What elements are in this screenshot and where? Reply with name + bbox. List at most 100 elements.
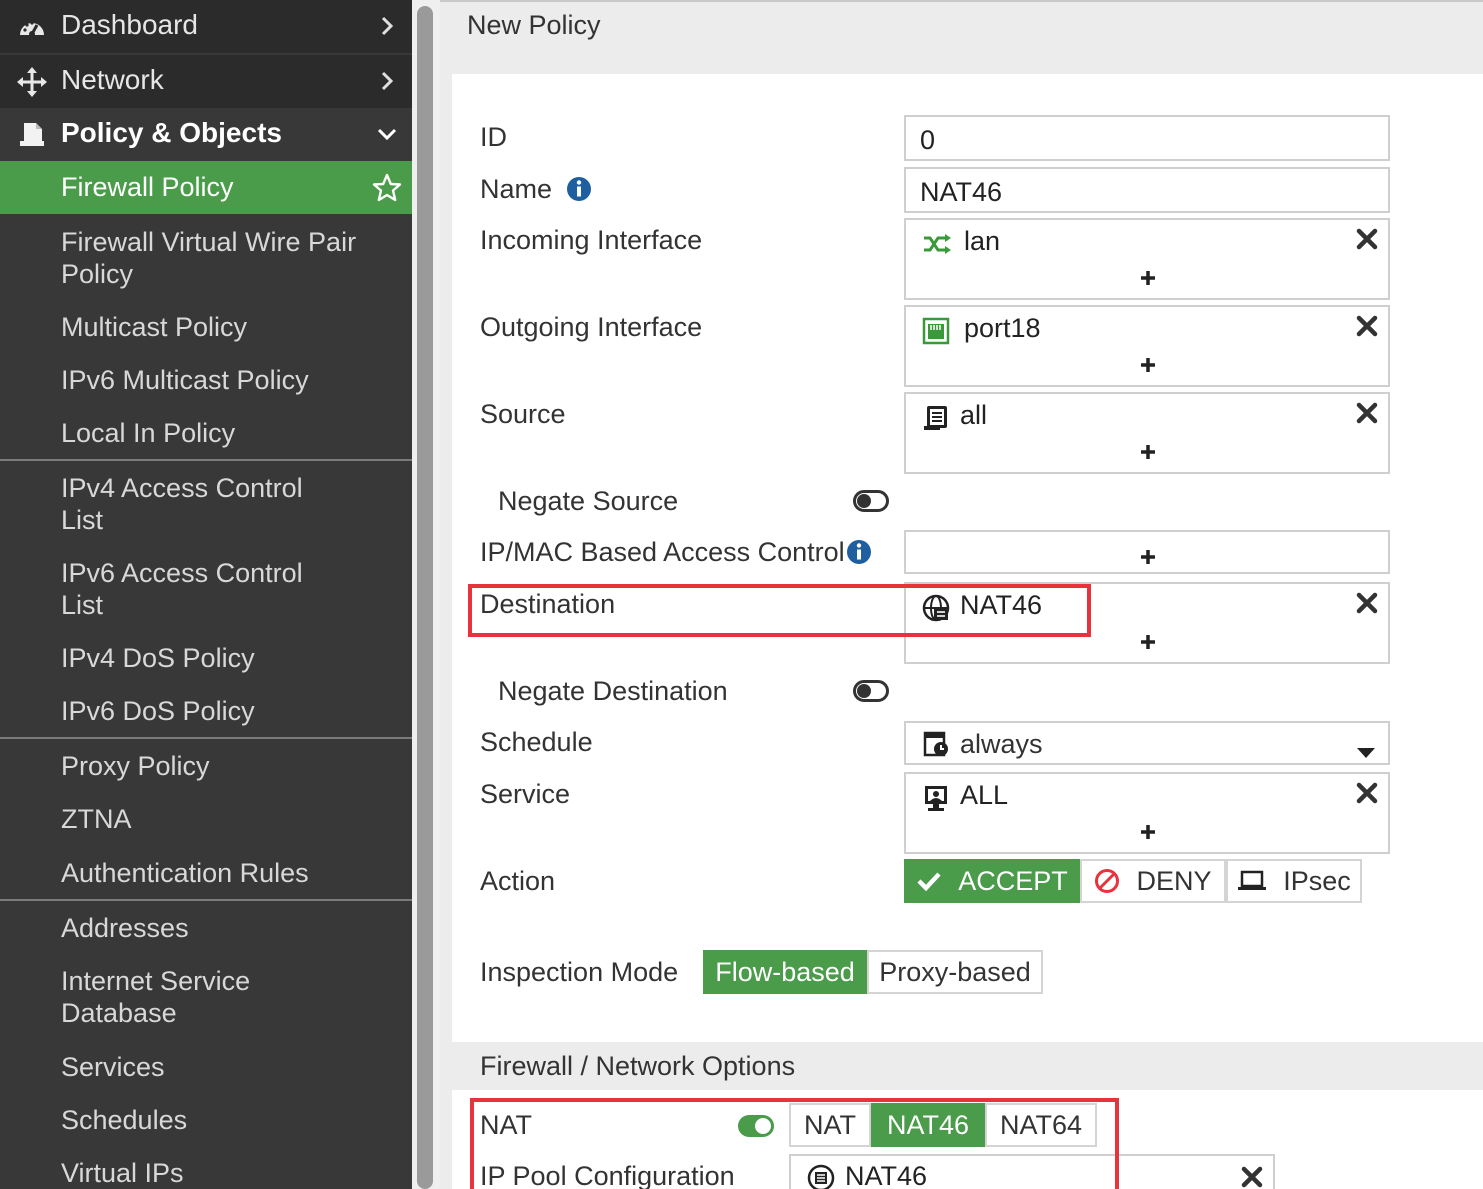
inspection-mode-label: Inspection Mode <box>480 957 679 987</box>
add-icon[interactable] <box>1138 351 1158 372</box>
sidebar-item-label: ZTNA <box>61 804 132 834</box>
sidebar-divider <box>0 737 412 739</box>
remove-icon[interactable] <box>1354 400 1380 426</box>
add-icon[interactable] <box>1138 543 1158 564</box>
action-accept-button[interactable]: ACCEPT <box>904 859 1080 903</box>
service-icon <box>922 784 950 812</box>
sidebar-item-policy-objects[interactable]: Policy & Objects <box>0 108 412 161</box>
schedule-select[interactable]: always <box>904 721 1390 765</box>
chevron-right-icon <box>376 67 398 95</box>
sidebar-item-label: IPv6 Multicast Policy <box>61 365 309 395</box>
destination-highlight-box <box>468 584 1091 637</box>
source-field[interactable]: all <box>904 392 1390 474</box>
source-entry: all <box>960 400 988 430</box>
add-icon[interactable] <box>1138 438 1158 459</box>
remove-icon[interactable] <box>1354 590 1380 616</box>
ipmac-access-control-label: IP/MAC Based Access Control <box>480 537 845 567</box>
sidebar-item-label: Firewall Policy <box>61 172 234 202</box>
outgoing-interface-entry: port18 <box>964 313 1041 343</box>
incoming-interface-entry: lan <box>964 226 1001 256</box>
remove-icon[interactable] <box>1354 313 1380 339</box>
sidebar-item-label: Local In Policy <box>61 418 236 448</box>
firewall-network-options-header: Firewall / Network Options <box>452 1042 1483 1090</box>
sidebar-item-authentication-rules[interactable]: Authentication Rules <box>0 857 412 893</box>
sidebar-item-ztna[interactable]: ZTNA <box>0 803 412 839</box>
id-label: ID <box>480 122 507 152</box>
sidebar-item-ipv6-dos-policy[interactable]: IPv6 DoS Policy <box>0 695 412 731</box>
shuffle-interface-icon <box>922 230 951 258</box>
sidebar-item-dashboard[interactable]: Dashboard <box>0 0 412 53</box>
source-label: Source <box>480 399 566 429</box>
schedule-value: always <box>960 729 1043 759</box>
name-label: Name <box>480 174 553 204</box>
laptop-icon <box>1237 870 1267 892</box>
inspection-flow-based-button[interactable]: Flow-based <box>703 950 867 994</box>
sidebar-item-firewall-policy[interactable]: Firewall Policy <box>0 161 412 214</box>
dashboard-icon <box>17 12 47 42</box>
sidebar-item-label: Dashboard <box>61 9 198 40</box>
action-ipsec-button[interactable]: IPsec <box>1226 859 1362 903</box>
add-icon[interactable] <box>1138 264 1158 285</box>
sidebar-item-network[interactable]: Network <box>0 55 412 108</box>
add-icon[interactable] <box>1138 818 1158 839</box>
sidebar-item-ipv6-access-control-list[interactable]: IPv6 Access Control List <box>0 557 412 621</box>
sidebar-divider <box>0 899 412 901</box>
info-icon[interactable] <box>566 176 592 202</box>
outgoing-interface-field[interactable]: port18 <box>904 305 1390 387</box>
page-title: New Policy <box>467 10 601 40</box>
ipmac-access-control-field[interactable] <box>904 530 1390 574</box>
incoming-interface-label: Incoming Interface <box>480 225 703 255</box>
negate-destination-toggle[interactable] <box>853 680 889 702</box>
sidebar-item-internet-service-database[interactable]: Internet Service Database <box>0 965 412 1029</box>
remove-icon[interactable] <box>1354 780 1380 806</box>
incoming-interface-field[interactable]: lan <box>904 218 1390 300</box>
sidebar-item-label: Policy & Objects <box>61 117 282 148</box>
service-entry: ALL <box>960 780 1009 810</box>
sidebar-item-ipv6-multicast-policy[interactable]: IPv6 Multicast Policy <box>0 364 412 400</box>
remove-icon[interactable] <box>1354 226 1380 252</box>
add-icon[interactable] <box>1138 628 1158 649</box>
service-field[interactable]: ALL <box>904 772 1390 854</box>
port-interface-icon <box>922 317 950 345</box>
sidebar-scrollbar[interactable] <box>417 6 433 1189</box>
action-label: Action <box>480 866 556 896</box>
schedule-icon <box>922 730 950 765</box>
sidebar-item-multicast-policy[interactable]: Multicast Policy <box>0 311 412 347</box>
remove-icon[interactable] <box>1239 1164 1265 1189</box>
sidebar-item-schedules[interactable]: Schedules <box>0 1104 412 1140</box>
sidebar-item-addresses[interactable]: Addresses <box>0 912 412 948</box>
sidebar-item-label: IPv4 Access Control List <box>61 473 303 535</box>
sidebar-item-ipv4-access-control-list[interactable]: IPv4 Access Control List <box>0 472 412 536</box>
sidebar-divider <box>0 459 412 461</box>
sidebar-item-label: Virtual IPs <box>61 1158 184 1188</box>
sidebar-item-label: Addresses <box>61 913 189 943</box>
negate-source-toggle[interactable] <box>853 490 889 512</box>
checkmark-icon <box>916 870 942 892</box>
star-icon[interactable] <box>372 173 402 203</box>
sidebar-item-ipv4-dos-policy[interactable]: IPv4 DoS Policy <box>0 642 412 678</box>
address-icon <box>922 404 950 432</box>
chevron-right-icon <box>376 12 398 40</box>
sidebar-item-label: Authentication Rules <box>61 858 309 888</box>
service-label: Service <box>480 779 571 809</box>
sidebar-item-proxy-policy[interactable]: Proxy Policy <box>0 750 412 786</box>
schedule-label: Schedule <box>480 727 593 757</box>
id-field[interactable]: 0 <box>904 115 1390 161</box>
sidebar-item-label: Services <box>61 1052 165 1082</box>
sidebar-item-label: Schedules <box>61 1105 188 1135</box>
page-header: New Policy <box>440 0 1483 48</box>
id-value: 0 <box>920 125 936 155</box>
sidebar-item-label: Network <box>61 64 164 95</box>
sidebar-item-local-in-policy[interactable]: Local In Policy <box>0 417 412 453</box>
caret-down-icon <box>1356 736 1376 767</box>
action-deny-button[interactable]: DENY <box>1080 859 1226 903</box>
sidebar-item-label: IPv6 Access Control List <box>61 558 303 620</box>
info-icon[interactable] <box>846 539 872 565</box>
chevron-down-icon <box>376 120 398 148</box>
name-field[interactable]: NAT46 <box>904 167 1390 213</box>
sidebar-item-services[interactable]: Services <box>0 1051 412 1087</box>
sidebar-item-firewall-virtual-wire-pair-policy[interactable]: Firewall Virtual Wire Pair Policy <box>0 226 412 290</box>
sidebar-item-label: Firewall Virtual Wire Pair Policy <box>61 227 357 289</box>
sidebar-item-virtual-ips[interactable]: Virtual IPs <box>0 1157 412 1189</box>
inspection-proxy-based-button[interactable]: Proxy-based <box>867 950 1043 994</box>
